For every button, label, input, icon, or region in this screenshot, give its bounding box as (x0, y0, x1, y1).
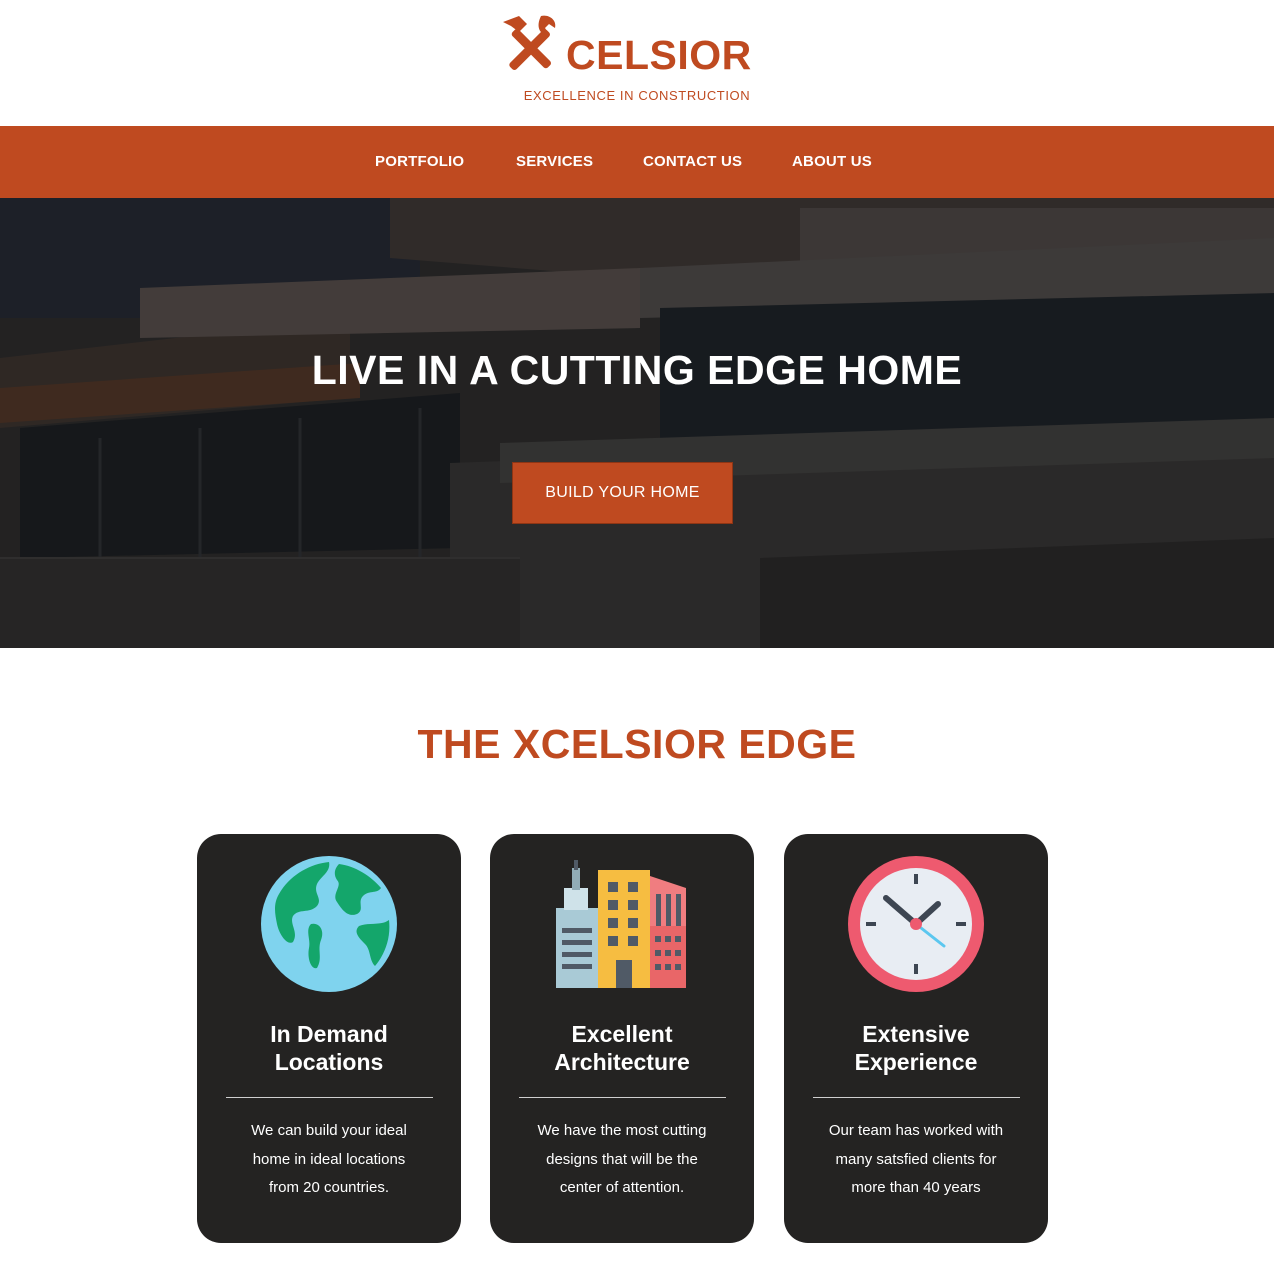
card-text-line: We have the most cutting (537, 1122, 707, 1139)
nav-portfolio[interactable]: PORTFOLIO (375, 126, 464, 198)
hero-banner: LIVE IN A CUTTING EDGE HOME BUILD YOUR H… (0, 198, 1274, 648)
clock-icon (848, 856, 984, 992)
buildings-icon (556, 860, 686, 988)
card-text-line: We can build your ideal (251, 1122, 407, 1139)
site-header: CELSIOR EXCELLENCE IN CONSTRUCTION (0, 0, 1274, 126)
nav-services[interactable]: SERVICES (516, 126, 593, 198)
hammer-wrench-icon (503, 15, 556, 70)
brand-name: CELSIOR (566, 32, 752, 78)
nav-contact-us[interactable]: CONTACT US (643, 126, 742, 198)
card-text-line: Our team has worked with (828, 1122, 1004, 1139)
card-divider (813, 1097, 1020, 1098)
build-your-home-button[interactable]: BUILD YOUR HOME (512, 462, 733, 524)
card-title-line2: Experience (854, 1049, 978, 1075)
nav-about-us[interactable]: ABOUT US (792, 126, 872, 198)
card-title: Extensive Experience (804, 1020, 1028, 1076)
card-text-line: center of attention. (559, 1179, 685, 1196)
card-text-line: many satsfied clients for (835, 1150, 997, 1168)
card-text-line: from 20 countries. (268, 1179, 390, 1196)
card-title: In Demand Locations (217, 1020, 441, 1076)
card-title-line2: Locations (274, 1049, 384, 1075)
card-text-line: designs that will be the (546, 1150, 698, 1168)
card-title-line1: Extensive (862, 1021, 970, 1047)
feature-card-architecture: Excellent Architecture We have the most … (490, 834, 754, 1243)
card-title-line2: Architecture (554, 1049, 690, 1075)
card-title-line1: In Demand (270, 1021, 388, 1047)
card-divider (519, 1097, 726, 1098)
card-text-line: more than 40 years (851, 1179, 981, 1196)
hero-background-image (0, 198, 1274, 648)
card-divider (226, 1097, 433, 1098)
feature-card-experience: Extensive Experience Our team has worked… (784, 834, 1048, 1243)
card-title: Excellent Architecture (510, 1020, 734, 1076)
globe-icon (261, 856, 397, 992)
brand-logo-link[interactable]: CELSIOR (497, 14, 757, 78)
feature-card-locations: In Demand Locations We can build your id… (197, 834, 461, 1243)
card-description: Our team has worked with many satsfied c… (806, 1117, 1026, 1203)
card-title-line1: Excellent (571, 1021, 673, 1047)
card-description: We have the most cutting designs that wi… (512, 1117, 732, 1203)
section-title: THE XCELSIOR EDGE (417, 721, 857, 767)
brand-tagline: EXCELLENCE IN CONSTRUCTION (523, 88, 751, 103)
card-text-line: home in ideal locations (252, 1150, 406, 1168)
card-description: We can build your ideal home in ideal lo… (219, 1117, 439, 1203)
hero-title: LIVE IN A CUTTING EDGE HOME (311, 347, 963, 393)
main-nav: PORTFOLIO SERVICES CONTACT US ABOUT US (0, 126, 1274, 198)
